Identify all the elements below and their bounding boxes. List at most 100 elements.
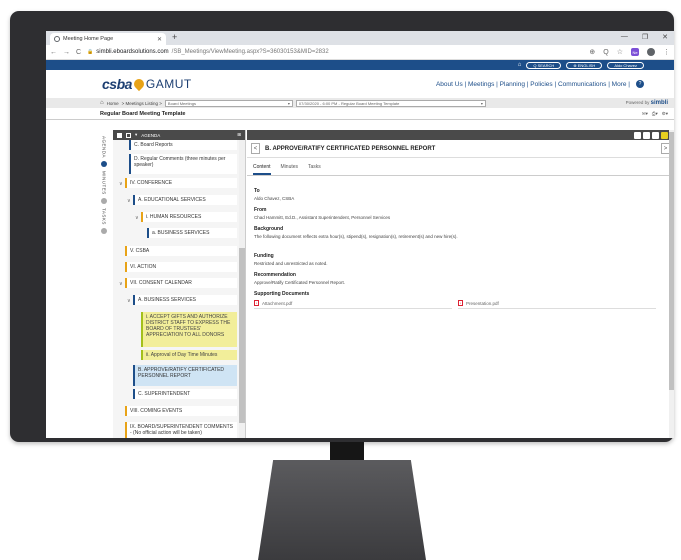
agenda-scroll-thumb[interactable]: [239, 248, 245, 423]
search-button[interactable]: Q SEARCH: [526, 61, 562, 69]
agenda-item[interactable]: A. EDUCATIONAL SERVICES: [133, 195, 237, 205]
agenda-item[interactable]: VIII. COMING EVENTS: [125, 406, 237, 416]
chevron-down-icon[interactable]: ∨: [119, 181, 123, 187]
pin-icon[interactable]: ⊞: [237, 132, 241, 138]
item-header: < B. APPROVE/RATIFY CERTIFICATED PERSONN…: [247, 140, 674, 158]
pdf-icon: ▪: [458, 300, 463, 306]
tab-content[interactable]: Content: [253, 164, 271, 175]
agenda-item[interactable]: ii. Approval of Day Time Minutes: [141, 350, 237, 360]
meeting-type-select[interactable]: Board Meetings ▾: [164, 99, 293, 107]
agenda-item[interactable]: VII. CONSENT CALENDAR: [125, 278, 237, 288]
meeting-title-bar: Regular Board Meeting Template ✉▾ ⎙▾ ⚙▾: [46, 108, 674, 120]
favicon-icon: [54, 36, 60, 42]
forward-icon[interactable]: →: [63, 49, 70, 56]
meeting-date-select[interactable]: 07/30/2020 - 6:00 PM - Regular Board Mee…: [295, 99, 486, 107]
language-button[interactable]: ⊕ ENGLISH: [566, 61, 603, 69]
prev-item-button[interactable]: <: [251, 143, 260, 154]
item-title: B. APPROVE/RATIFY CERTIFICATED PERSONNEL…: [265, 145, 436, 152]
page-title: Regular Board Meeting Template: [100, 110, 186, 117]
tab-minutes[interactable]: Minutes: [281, 164, 299, 175]
add-icon[interactable]: ⊕: [589, 48, 595, 56]
email-icon[interactable]: [661, 131, 668, 139]
edit-icon[interactable]: [634, 131, 641, 139]
agenda-item[interactable]: C. Board Reports: [129, 140, 237, 150]
chevron-down-icon[interactable]: ∨: [119, 281, 123, 287]
site-header: csba GAMUT About Us | Meetings | Plannin…: [46, 70, 674, 98]
vnav-minutes[interactable]: MINUTES: [102, 171, 107, 195]
pdf-icon: ▪: [254, 300, 259, 306]
breadcrumb-listing[interactable]: > Meetings Listing >: [122, 101, 162, 106]
vertical-nav: AGENDA MINUTES TASKS: [97, 130, 111, 438]
agenda-item[interactable]: D. Regular Comments (three minutes per s…: [129, 154, 237, 174]
breadcrumb: ⌂ Home > Meetings Listing > Board Meetin…: [46, 98, 674, 108]
back-icon[interactable]: ←: [50, 49, 57, 56]
vnav-tasks[interactable]: TASKS: [102, 208, 107, 225]
page-scrollbar[interactable]: [669, 130, 674, 438]
minimize-icon[interactable]: —: [621, 33, 628, 41]
agenda-item[interactable]: a. BUSINESS SERVICES: [147, 228, 237, 238]
screen: Meeting Home Page ✕ + — ❐ ✕ ← → C 🔒 simb…: [46, 31, 674, 438]
agenda-item-selected[interactable]: B. APPROVE/RATIFY CERTIFICATED PERSONNEL…: [133, 365, 237, 386]
browser-navbar: ← → C 🔒 simbli.eboardsolutions.com/SB_Me…: [46, 45, 674, 60]
extension-icon[interactable]: Ne: [631, 48, 639, 56]
agenda-scrollbar[interactable]: [239, 140, 245, 438]
content-toolbar: [247, 130, 674, 140]
agenda-item[interactable]: V. CSBA: [125, 246, 237, 256]
chevron-down-icon[interactable]: ∨: [127, 198, 131, 204]
lock-icon: 🔒: [87, 49, 94, 55]
reload-icon[interactable]: C: [76, 49, 81, 56]
collapse-icon[interactable]: [126, 132, 131, 138]
tab-tasks[interactable]: Tasks: [308, 164, 321, 175]
close-window-icon[interactable]: ✕: [662, 33, 668, 41]
csba-gamut-logo[interactable]: csba GAMUT: [102, 76, 192, 92]
from-label: From: [254, 207, 267, 213]
agenda-dot-icon: [101, 161, 107, 168]
user-button[interactable]: Aldo Chavez: [607, 61, 644, 69]
new-tab-icon[interactable]: +: [172, 32, 177, 42]
profile-avatar[interactable]: [647, 48, 655, 56]
bookmark-star-icon[interactable]: ☆: [617, 48, 623, 56]
zoom-icon[interactable]: Q: [603, 49, 608, 56]
monitor-frame: Meeting Home Page ✕ + — ❐ ✕ ← → C 🔒 simb…: [10, 11, 674, 442]
breadcrumb-home[interactable]: Home: [107, 101, 119, 106]
chevron-down-icon[interactable]: ▾: [135, 132, 137, 138]
doc-link[interactable]: ▪ Presentation.pdf: [458, 300, 656, 309]
item-tabs: Content Minutes Tasks: [247, 158, 674, 176]
agenda-item[interactable]: IV. CONFERENCE: [125, 178, 237, 188]
print-icon[interactable]: [652, 131, 659, 139]
top-nav-links-text[interactable]: About Us | Meetings | Planning | Policie…: [436, 81, 630, 88]
maximize-icon[interactable]: ❐: [642, 33, 648, 41]
agenda-panel: ▾ AGENDA ⊞ C. Board Reports D. Regular C…: [113, 130, 246, 438]
funding-label: Funding: [254, 253, 274, 259]
utility-strip: ⌂ Q SEARCH ⊕ ENGLISH Aldo Chavez: [46, 60, 674, 70]
print-icon[interactable]: ⎙▾: [652, 111, 658, 117]
agenda-item[interactable]: i. ACCEPT GIFTS AND AUTHORIZE DISTRICT S…: [141, 312, 237, 347]
home-icon[interactable]: ⌂: [518, 62, 522, 68]
vnav-agenda[interactable]: AGENDA: [102, 136, 107, 158]
chevron-down-icon: ▾: [287, 100, 290, 106]
doc-link[interactable]: ▪ Attachment.pdf: [254, 300, 452, 309]
page-scroll-thumb[interactable]: [669, 132, 674, 390]
chevron-down-icon[interactable]: ∨: [127, 298, 131, 304]
supporting-docs: ▪ Attachment.pdf ▪ Presentation.pdf: [254, 300, 667, 309]
agenda-item[interactable]: i. HUMAN RESOURCES: [141, 212, 237, 222]
background-label: Background: [254, 226, 284, 232]
chevron-down-icon[interactable]: ∨: [135, 215, 139, 221]
item-detail: To Aldo Chavez, CSBA From Chad Hammitt, …: [247, 176, 674, 315]
share-icon[interactable]: ✉▾: [642, 111, 648, 117]
help-icon[interactable]: ?: [636, 80, 644, 88]
agenda-item[interactable]: C. SUPERINTENDENT: [133, 389, 237, 399]
agenda-item[interactable]: VI. ACTION: [125, 262, 237, 272]
monitor-base: [258, 460, 426, 560]
browser-tab[interactable]: Meeting Home Page ✕: [50, 33, 166, 45]
agenda-item[interactable]: A. BUSINESS SERVICES: [133, 295, 237, 305]
document-icon[interactable]: [643, 131, 650, 139]
close-tab-icon[interactable]: ✕: [157, 36, 162, 43]
agenda-item[interactable]: IX. BOARD/SUPERINTENDENT COMMENTS - (No …: [125, 422, 237, 438]
gear-icon[interactable]: ⚙▾: [662, 111, 668, 117]
top-nav-links: About Us | Meetings | Planning | Policie…: [436, 80, 644, 88]
home-icon[interactable]: ⌂: [100, 100, 104, 106]
address-bar[interactable]: 🔒 simbli.eboardsolutions.com/SB_Meetings…: [87, 47, 583, 58]
expand-icon[interactable]: [117, 132, 122, 138]
menu-dots-icon[interactable]: ⋮: [663, 48, 670, 56]
